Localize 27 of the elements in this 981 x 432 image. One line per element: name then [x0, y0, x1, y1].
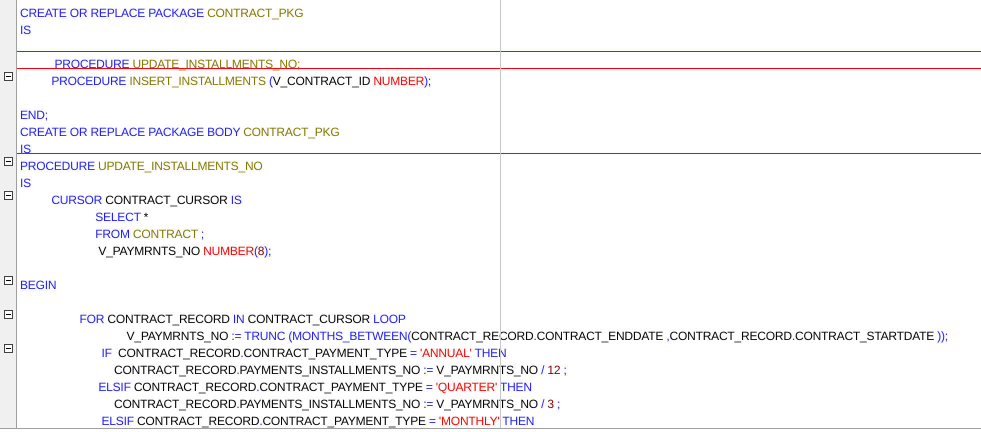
code-line: FROM CONTRACT ;: [94, 227, 204, 242]
code-line: V_PAYMRNTS_NO := TRUNC (MONTHS_BETWEEN(CONTRACT_RECORD.CONTRACT_ENDDATE ,CONTRACT_RECORD.CONTRACT_STARTDATE ));: [126, 329, 948, 344]
collapse-icon[interactable]: [4, 191, 12, 200]
collapse-icon[interactable]: [4, 157, 12, 166]
code-line: V_PAYMRNTS_NO NUMBER(8);: [97, 244, 272, 259]
code-line: FOR CONTRACT_RECORD IN CONTRACT_CURSOR LOOP: [78, 312, 406, 327]
code-line: CURSOR CONTRACT_CURSOR IS: [50, 193, 242, 208]
code-line: IF CONTRACT_RECORD.CONTRACT_PAYMENT_TYPE = 'ANNUAL' THEN: [100, 346, 506, 361]
code-line: SELECT *: [94, 210, 148, 225]
code-line: END;: [20, 108, 48, 123]
code-line: PROCEDURE UPDATE_INSTALLMENTS_NO;: [53, 57, 300, 72]
code-line: ELSIF CONTRACT_RECORD.CONTRACT_PAYMENT_TYPE = 'QUARTER' THEN: [97, 380, 532, 395]
code-line: PROCEDURE UPDATE_INSTALLMENTS_NO: [20, 159, 263, 174]
collapse-icon[interactable]: [4, 310, 12, 319]
code-line: CONTRACT_RECORD.PAYMENTS_INSTALLMENTS_NO := V_PAYMRNTS_NO / 3 ;: [113, 397, 560, 412]
code-line: CREATE OR REPLACE PACKAGE BODY CONTRACT_PKG: [20, 125, 340, 140]
code-line: CREATE OR REPLACE PACKAGE CONTRACT_PKG: [20, 6, 304, 21]
collapse-icon[interactable]: [4, 72, 12, 81]
collapse-icon[interactable]: [4, 344, 12, 353]
code-line: PROCEDURE INSERT_INSTALLMENTS (V_CONTRACT_ID NUMBER);: [50, 74, 432, 89]
code-line: IS: [20, 23, 31, 38]
code-line: IS: [20, 142, 31, 157]
code-line: ELSIF CONTRACT_RECORD.CONTRACT_PAYMENT_TYPE = 'MONTHLY' THEN: [100, 414, 534, 428]
collapse-icon[interactable]: [4, 276, 12, 285]
code-line: BEGIN: [20, 278, 56, 293]
code-line: IS: [20, 176, 31, 191]
code-line: CONTRACT_RECORD.PAYMENTS_INSTALLMENTS_NO := V_PAYMRNTS_NO / 12 ;: [113, 363, 567, 378]
